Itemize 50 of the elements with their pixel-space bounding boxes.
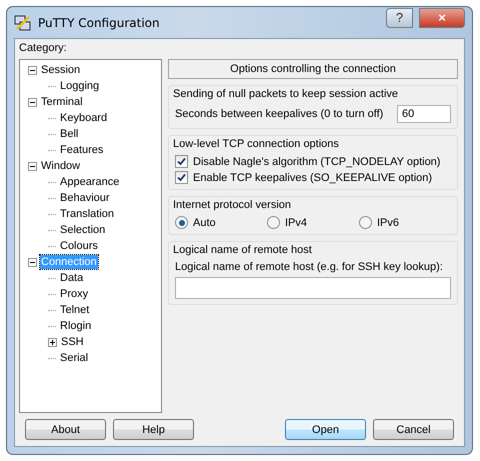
computer-icon	[14, 14, 32, 32]
window-title: PuTTY Configuration	[38, 16, 160, 30]
checkbox-label: Disable Nagle's algorithm (TCP_NODELAY option)	[193, 156, 440, 168]
category-label: Category:	[19, 42, 68, 56]
expander-icon[interactable]	[48, 338, 57, 346]
dialog-button[interactable]: Help	[113, 419, 194, 440]
expander-icon[interactable]	[28, 258, 37, 266]
tree-item[interactable]: Rlogin	[59, 319, 92, 333]
group-title: Sending of null packets to keep session active	[171, 88, 400, 100]
radio-label: Auto	[193, 216, 216, 228]
expander-icon[interactable]	[28, 66, 37, 74]
group-title: Logical name of remote host	[171, 244, 314, 256]
tree-item[interactable]: SSH	[60, 335, 85, 349]
checkbox[interactable]	[175, 155, 188, 168]
tree-item[interactable]: Appearance	[59, 175, 120, 189]
checkbox[interactable]	[175, 171, 188, 184]
field-label: Logical name of remote host (e.g. for SSH key lookup):	[175, 261, 444, 273]
group-title: Low-level TCP connection options	[171, 138, 341, 150]
radio-label: IPv4	[285, 216, 308, 228]
tree-item[interactable]: Behaviour	[59, 191, 111, 205]
panel-header: Options controlling the connection	[168, 59, 458, 79]
checkbox-label: Enable TCP keepalives (SO_KEEPALIVE option)	[193, 172, 432, 184]
tree-item[interactable]: Session	[40, 63, 82, 77]
dialog-button[interactable]: Open	[285, 419, 366, 440]
tree-item[interactable]: Serial	[59, 351, 90, 365]
radio-button[interactable]	[175, 216, 188, 229]
help-button[interactable]: ?	[386, 8, 413, 28]
tree-item[interactable]: Data	[59, 271, 84, 285]
radio-button[interactable]	[359, 216, 372, 229]
tree-item[interactable]: Keyboard	[59, 111, 108, 125]
expander-icon[interactable]	[28, 162, 37, 170]
tree-item[interactable]: Selection	[59, 223, 106, 237]
tree-item[interactable]: Logging	[59, 79, 100, 93]
keepalive-field[interactable]: 60	[397, 105, 451, 123]
radio-button[interactable]	[267, 216, 280, 229]
tree-item[interactable]: Features	[59, 143, 104, 157]
tree-item[interactable]: Window	[40, 159, 82, 173]
tree-item[interactable]: Proxy	[59, 287, 90, 301]
dialog-button[interactable]: About	[25, 419, 106, 440]
tree-item[interactable]: Bell	[59, 127, 80, 141]
radio-label: IPv6	[377, 216, 400, 228]
group-title: Internet protocol version	[171, 199, 294, 211]
expander-icon[interactable]	[28, 98, 37, 106]
tree-item[interactable]: Translation	[59, 207, 116, 221]
host-name-field[interactable]	[175, 277, 451, 299]
tree-item[interactable]: Terminal	[40, 95, 84, 109]
dialog-button[interactable]: Cancel	[373, 419, 454, 440]
tree-item[interactable]: Telnet	[59, 303, 90, 317]
field-label: Seconds between keepalives (0 to turn off)	[175, 108, 384, 120]
tree-item[interactable]: Colours	[59, 239, 99, 253]
